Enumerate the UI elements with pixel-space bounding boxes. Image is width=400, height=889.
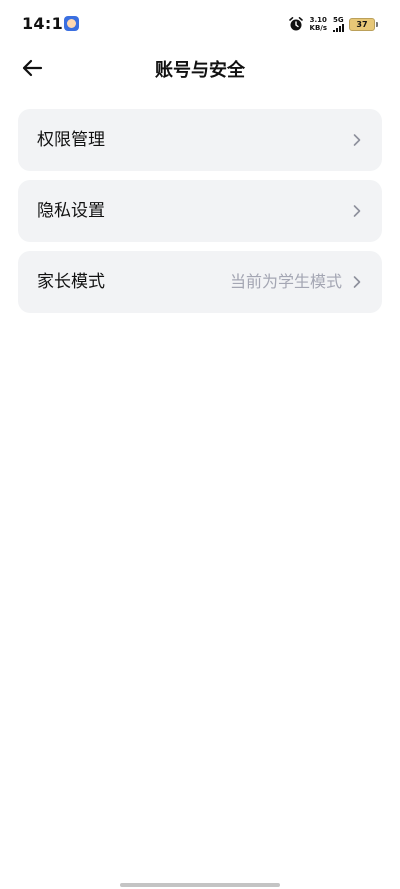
chevron-right-icon (353, 134, 361, 146)
parent-mode-item[interactable]: 家长模式 当前为学生模式 (18, 251, 382, 313)
header: 账号与安全 (0, 48, 400, 88)
battery-level: 37 (356, 19, 368, 29)
status-bar: 14:18 3.10 KB/s 5G 37 (0, 0, 400, 48)
privacy-settings-label: 隐私设置 (37, 201, 105, 221)
privacy-settings-item[interactable]: 隐私设置 (18, 180, 382, 242)
network-speed-value: 3.10 (309, 16, 327, 24)
network-type: 5G (333, 16, 344, 24)
alarm-clock-icon (288, 17, 303, 31)
page-title: 账号与安全 (155, 60, 245, 81)
home-indicator[interactable] (120, 883, 280, 887)
settings-list: 权限管理 隐私设置 家长模式 当前为学生模式 (18, 109, 382, 322)
chevron-right-icon (353, 276, 361, 288)
network-speed-unit: KB/s (309, 24, 327, 32)
permission-management-label: 权限管理 (37, 130, 105, 150)
parent-mode-status: 当前为学生模式 (229, 272, 342, 291)
parent-mode-label: 家长模式 (37, 272, 105, 292)
battery-icon: 37 (349, 17, 375, 31)
app-notification-icon (64, 16, 79, 31)
status-indicators: 3.10 KB/s 5G 37 (288, 13, 378, 35)
battery-tip (376, 21, 378, 27)
permission-management-item[interactable]: 权限管理 (18, 109, 382, 171)
network-speed: 3.10 KB/s (310, 16, 327, 32)
signal-bars-icon (333, 24, 344, 32)
cellular-signal: 5G (333, 16, 344, 32)
chevron-right-icon (353, 205, 361, 217)
account-security-page: 14:18 3.10 KB/s 5G 37 账号与安全 权限管理 隐私设置 家长… (0, 0, 400, 889)
